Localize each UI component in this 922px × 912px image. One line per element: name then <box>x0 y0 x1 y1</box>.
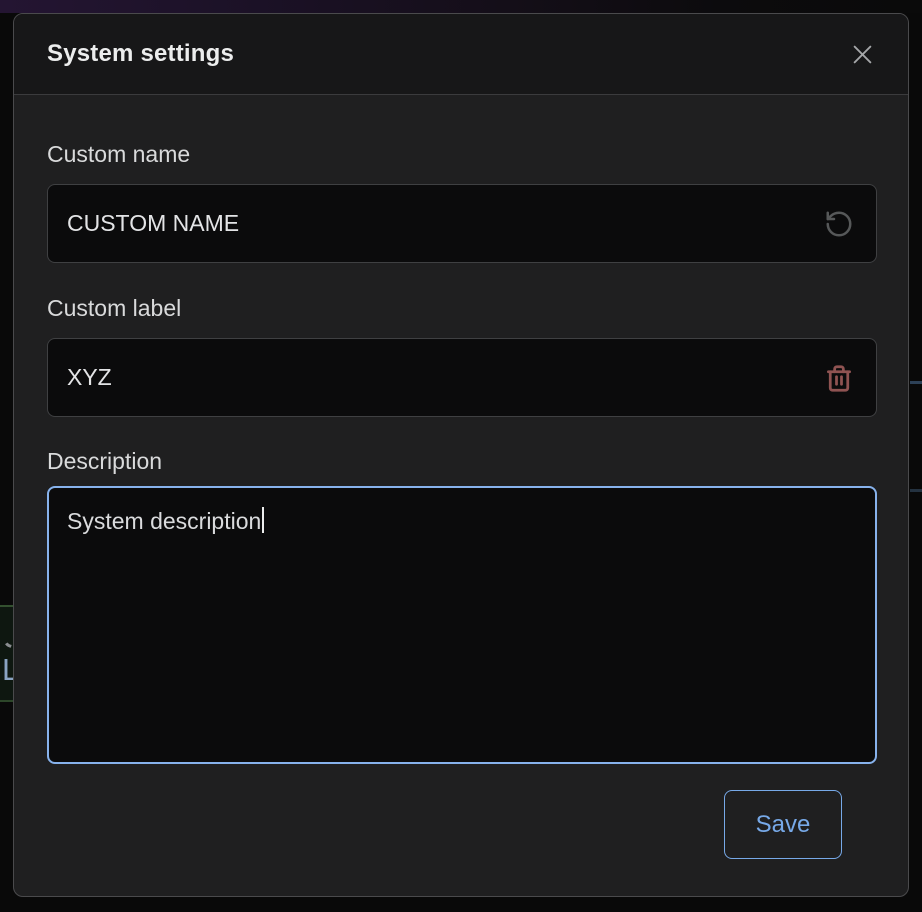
backdrop-right-edge-line <box>910 381 922 384</box>
description-textarea[interactable]: System description <box>47 486 877 764</box>
custom-name-label: Custom name <box>47 139 875 169</box>
backdrop-partial-letter: L <box>2 653 13 687</box>
dialog-footer: Save <box>47 764 875 859</box>
description-label: Description <box>47 446 875 476</box>
trash-icon <box>824 363 854 393</box>
save-button[interactable]: Save <box>724 790 842 859</box>
custom-label-label: Custom label <box>47 293 875 323</box>
close-button[interactable] <box>844 36 880 72</box>
dialog-body: Custom name Custom label <box>14 95 908 896</box>
custom-label-input[interactable] <box>47 338 877 417</box>
dialog-title: System settings <box>47 40 234 68</box>
backdrop-top-strip <box>0 0 922 13</box>
close-icon <box>849 41 876 68</box>
dialog-header: System settings <box>14 14 908 95</box>
reset-custom-name-button[interactable] <box>817 202 861 246</box>
delete-custom-label-button[interactable] <box>817 356 861 400</box>
description-text: System description <box>67 508 261 534</box>
backdrop-left-panel-fragment: L <box>0 605 13 702</box>
backdrop-partial-glyph <box>2 638 12 648</box>
backdrop-right-edge-line <box>910 489 922 492</box>
custom-name-field-wrap <box>47 184 875 263</box>
custom-label-field-wrap <box>47 338 875 417</box>
text-caret <box>262 507 264 533</box>
system-settings-dialog: System settings Custom name <box>13 13 909 897</box>
custom-name-input[interactable] <box>47 184 877 263</box>
reset-icon <box>824 209 854 239</box>
